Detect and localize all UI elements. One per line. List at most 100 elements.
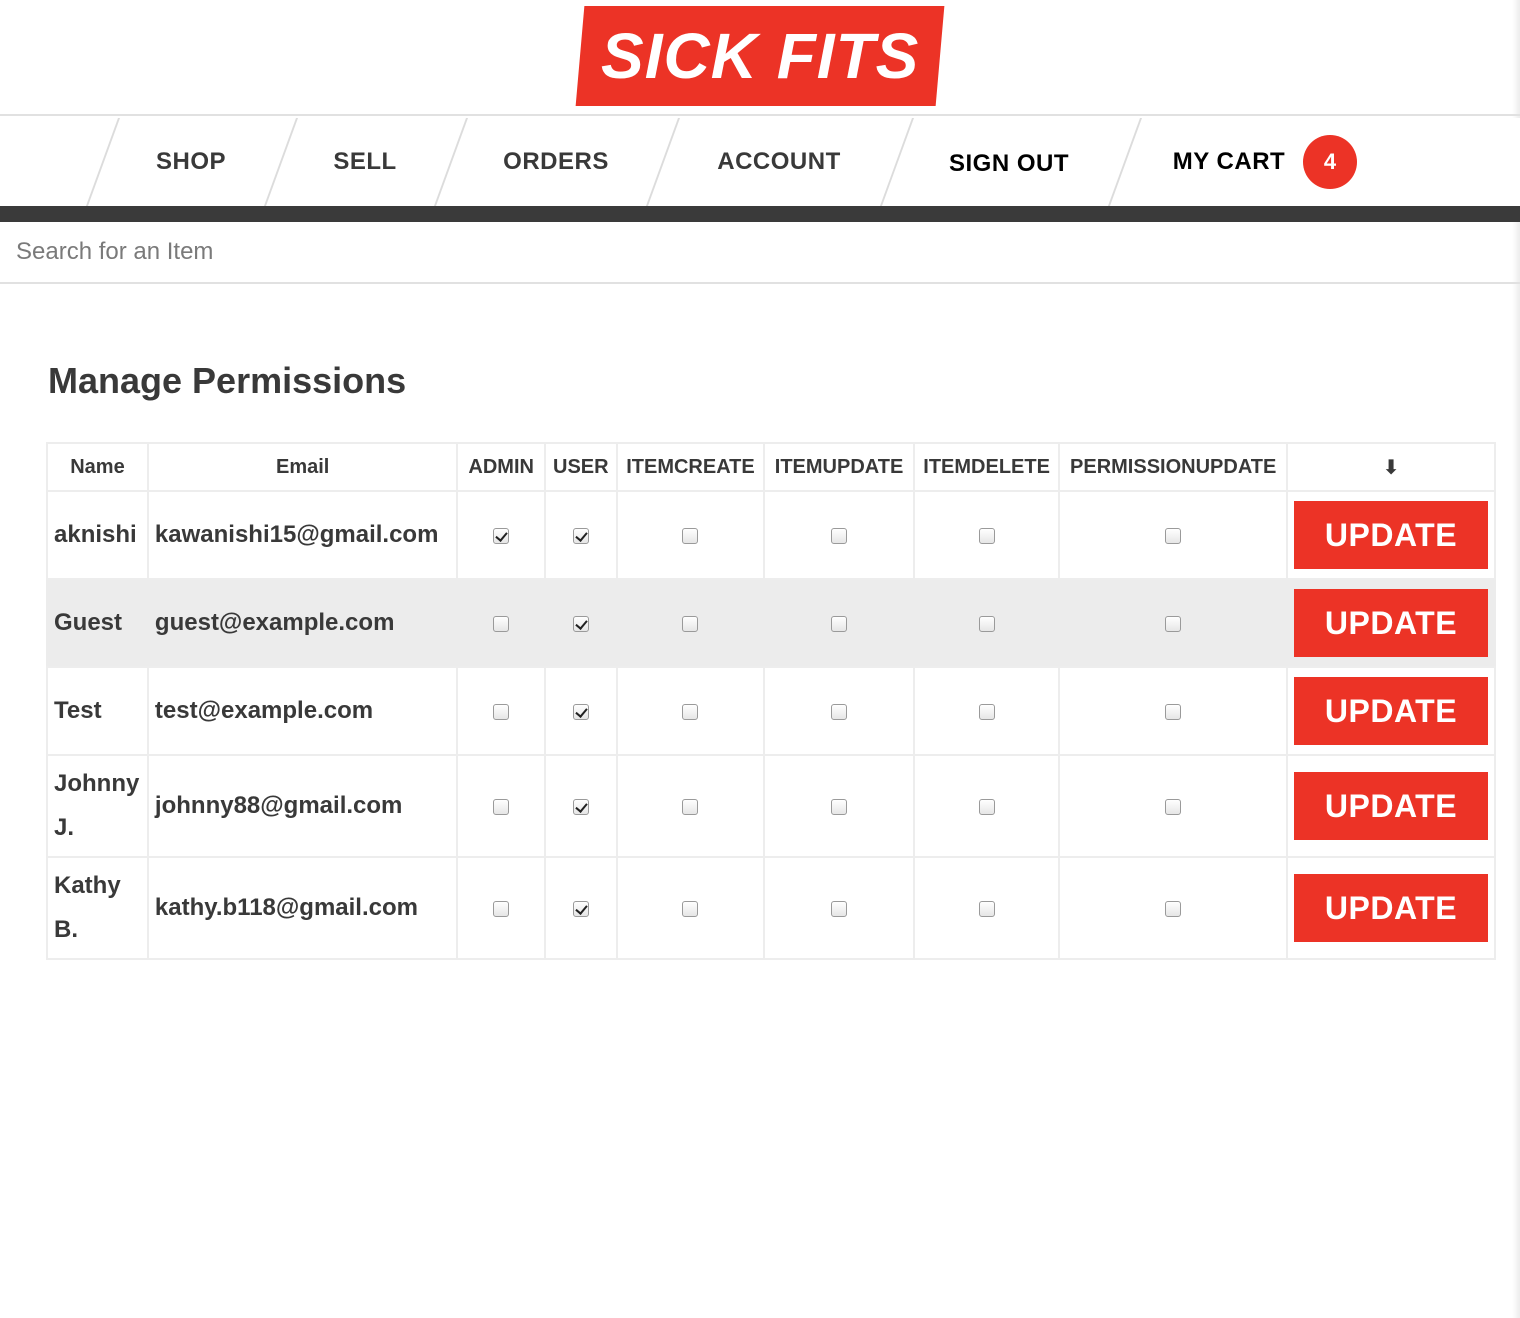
update-button[interactable]: UPDATE (1293, 501, 1488, 569)
permission-cell-permissionupdate (1058, 490, 1288, 580)
logo-link[interactable]: SICK FITS (575, 6, 945, 106)
checkbox-permissionupdate[interactable] (1165, 703, 1182, 720)
checkbox-itemupdate[interactable] (831, 703, 848, 720)
column-header-itemdelete: ITEMDELETE (912, 442, 1061, 492)
permission-cell-user (543, 754, 618, 858)
checkbox-admin[interactable] (493, 703, 510, 720)
user-rows: aknishi kawanishi15@gmail.com UPDATE Guest g… (46, 490, 1497, 960)
permission-cell-itemupdate (763, 578, 915, 668)
permission-cell-user (543, 856, 618, 960)
update-button[interactable]: UPDATE (1293, 772, 1488, 840)
nav-account[interactable]: ACCOUNT (660, 118, 898, 206)
permission-cell-itemdelete (912, 578, 1061, 668)
nav-bottom-bar (0, 206, 1520, 222)
checkbox-itemupdate[interactable] (831, 615, 848, 632)
permission-cell-admin (456, 490, 546, 580)
checkbox-user[interactable] (572, 615, 589, 632)
column-header-itemupdate: ITEMUPDATE (763, 442, 915, 492)
permission-cell-itemupdate (763, 490, 915, 580)
column-header-itemcreate: ITEMCREATE (615, 442, 766, 492)
user-name: aknishi (46, 490, 149, 580)
checkbox-itemcreate[interactable] (682, 615, 699, 632)
update-button[interactable]: UPDATE (1293, 677, 1488, 745)
table-row: Kathy B. kathy.b118@gmail.com UPDATE (46, 856, 1497, 960)
checkbox-itemupdate[interactable] (831, 900, 848, 917)
checkbox-user[interactable] (572, 703, 589, 720)
user-name: Kathy B. (46, 856, 149, 960)
permission-cell-itemdelete (912, 754, 1061, 858)
permission-cell-permissionupdate (1058, 754, 1288, 858)
permission-cell-itemcreate (615, 578, 766, 668)
permission-cell-permissionupdate (1058, 666, 1288, 756)
arrow-down-icon: ⬇ (1285, 442, 1497, 492)
nav-orders[interactable]: ORDERS (448, 118, 664, 206)
user-name: Johnny J. (46, 754, 149, 858)
checkbox-itemcreate[interactable] (682, 527, 699, 544)
column-header-email: Email (146, 442, 459, 492)
permission-cell-user (543, 578, 618, 668)
permission-cell-itemcreate (615, 490, 766, 580)
nav-shop[interactable]: SHOP (100, 118, 282, 206)
column-header-name: Name (46, 442, 149, 492)
column-header-user: USER (543, 442, 618, 492)
checkbox-itemupdate[interactable] (831, 527, 848, 544)
update-button[interactable]: UPDATE (1293, 589, 1488, 657)
search-input[interactable] (0, 222, 1520, 282)
checkbox-itemdelete[interactable] (978, 798, 995, 815)
permission-cell-itemdelete (912, 490, 1061, 580)
nav-sign-out[interactable]: SIGN OUT (894, 118, 1124, 206)
checkbox-permissionupdate[interactable] (1165, 798, 1182, 815)
permissions-table: Name Email ADMIN USER ITEMCREATE ITEMUPD… (46, 442, 1497, 960)
permission-cell-admin (456, 754, 546, 858)
user-email: kathy.b118@gmail.com (146, 856, 459, 960)
checkbox-itemdelete[interactable] (978, 527, 995, 544)
permission-cell-itemdelete (912, 666, 1061, 756)
action-cell: UPDATE (1285, 754, 1497, 858)
checkbox-itemupdate[interactable] (831, 798, 848, 815)
checkbox-admin[interactable] (493, 900, 510, 917)
permission-cell-admin (456, 578, 546, 668)
action-cell: UPDATE (1285, 856, 1497, 960)
checkbox-permissionupdate[interactable] (1165, 900, 1182, 917)
page-title: Manage Permissions (48, 360, 407, 401)
checkbox-itemdelete[interactable] (978, 615, 995, 632)
checkbox-user[interactable] (572, 527, 589, 544)
checkbox-admin[interactable] (493, 527, 510, 544)
checkbox-admin[interactable] (493, 798, 510, 815)
checkbox-itemcreate[interactable] (682, 900, 699, 917)
permission-cell-itemdelete (912, 856, 1061, 960)
permission-cell-itemupdate (763, 856, 915, 960)
table-row: aknishi kawanishi15@gmail.com UPDATE (46, 490, 1497, 580)
nav-sell[interactable]: SELL (278, 118, 452, 206)
permission-cell-itemcreate (615, 666, 766, 756)
permission-cell-user (543, 666, 618, 756)
permission-cell-permissionupdate (1058, 856, 1288, 960)
checkbox-itemcreate[interactable] (682, 798, 699, 815)
action-cell: UPDATE (1285, 578, 1497, 668)
column-header-permissionupdate: PERMISSIONUPDATE (1058, 442, 1288, 492)
main-nav: SHOP SELL ORDERS ACCOUNT SIGN OUT MY CAR… (0, 118, 1520, 206)
checkbox-user[interactable] (572, 798, 589, 815)
checkbox-admin[interactable] (493, 615, 510, 632)
search-bar (0, 222, 1520, 284)
cart-label: MY CART (1172, 148, 1286, 175)
checkbox-user[interactable] (572, 900, 589, 917)
action-cell: UPDATE (1285, 490, 1497, 580)
permission-cell-admin (456, 856, 546, 960)
permission-cell-itemcreate (615, 754, 766, 858)
permission-cell-itemupdate (763, 754, 915, 858)
user-name: Test (46, 666, 149, 756)
checkbox-permissionupdate[interactable] (1165, 527, 1182, 544)
update-button[interactable]: UPDATE (1293, 874, 1488, 942)
page: SICK FITS SHOP SELL ORDERS ACCOUNT SIGN … (0, 0, 1520, 1318)
site-header: SICK FITS (0, 0, 1520, 116)
checkbox-itemdelete[interactable] (978, 703, 995, 720)
nav-my-cart[interactable]: MY CART 4 (1140, 118, 1390, 206)
checkbox-permissionupdate[interactable] (1165, 615, 1182, 632)
cart-count-badge: 4 (1303, 135, 1358, 189)
user-email: kawanishi15@gmail.com (146, 490, 459, 580)
permission-cell-user (543, 490, 618, 580)
checkbox-itemcreate[interactable] (682, 703, 699, 720)
checkbox-itemdelete[interactable] (978, 900, 995, 917)
user-email: johnny88@gmail.com (146, 754, 459, 858)
